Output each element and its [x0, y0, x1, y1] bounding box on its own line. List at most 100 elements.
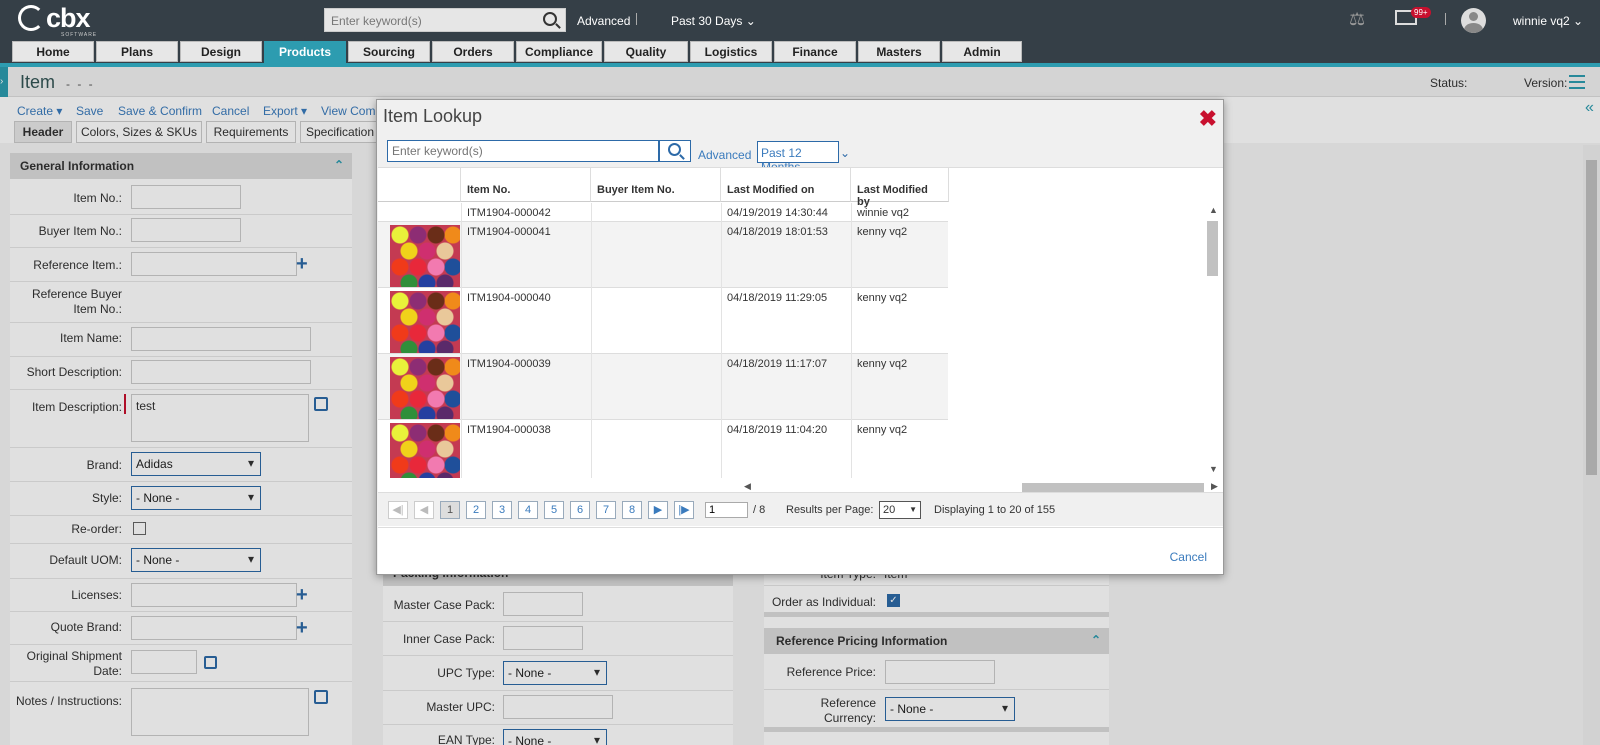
- nav-admin[interactable]: Admin: [942, 41, 1022, 62]
- chevron-down-icon[interactable]: ⌄: [840, 146, 850, 160]
- modified-by-cell: winnie vq2: [857, 207, 909, 219]
- last-page-button[interactable]: |▶: [674, 501, 694, 519]
- nav-orders[interactable]: Orders: [432, 41, 514, 62]
- modified-on-cell: 04/18/2019 11:29:05: [727, 292, 828, 304]
- page-button-3[interactable]: 3: [492, 501, 512, 519]
- modified-on-cell: 04/19/2019 14:30:44: [727, 207, 828, 219]
- search-icon[interactable]: [543, 12, 557, 26]
- nav-plans[interactable]: Plans: [96, 41, 178, 62]
- page-button-6[interactable]: 6: [570, 501, 590, 519]
- close-icon[interactable]: ✖: [1199, 108, 1217, 130]
- column-divider: [721, 203, 722, 478]
- item-no-cell: ITM1904-000038: [467, 424, 551, 436]
- modified-by-cell: kenny vq2: [857, 292, 908, 304]
- table-row[interactable]: ITM1904-000038 04/18/2019 11:04:20 kenny…: [378, 420, 948, 478]
- results-per-page-label: Results per Page:: [786, 504, 874, 516]
- page-button-2[interactable]: 2: [466, 501, 486, 519]
- username: winnie vq2: [1513, 14, 1570, 28]
- nav-home[interactable]: Home: [12, 41, 94, 62]
- nav-sourcing[interactable]: Sourcing: [348, 41, 430, 62]
- modified-on-cell: 04/18/2019 18:01:53: [727, 226, 828, 238]
- mail-badge: 99+: [1411, 7, 1431, 18]
- item-no-cell: ITM1904-000042: [467, 207, 551, 219]
- item-no-cell: ITM1904-000040: [467, 292, 551, 304]
- total-pages: / 8: [753, 504, 766, 516]
- table-row[interactable]: ITM1904-000041 04/18/2019 18:01:53 kenny…: [378, 222, 948, 288]
- nav-compliance[interactable]: Compliance: [516, 41, 602, 62]
- chevron-down-icon: ⌄: [745, 14, 756, 28]
- modified-on-cell: 04/18/2019 11:17:07: [727, 358, 828, 370]
- logo-mark: [18, 5, 44, 31]
- nav-logistics[interactable]: Logistics: [690, 41, 772, 62]
- advanced-search-link[interactable]: Advanced: [577, 14, 630, 28]
- nav-design[interactable]: Design: [180, 41, 262, 62]
- search-icon: [668, 143, 681, 156]
- page-number-input[interactable]: [705, 502, 748, 518]
- next-page-button[interactable]: ▶: [648, 501, 668, 519]
- grid-hscroll-thumb[interactable]: [1022, 483, 1204, 492]
- table-row[interactable]: ITM1904-000040 04/18/2019 11:29:05 kenny…: [378, 288, 948, 354]
- table-row[interactable]: ITM1904-000039 04/18/2019 11:17:07 kenny…: [378, 354, 948, 420]
- period-label: Past 30 Days: [671, 14, 743, 28]
- first-page-button[interactable]: ◀|: [388, 501, 408, 519]
- item-thumbnail: [390, 225, 460, 287]
- column-header-image[interactable]: [378, 168, 461, 202]
- column-header-item-no[interactable]: Item No.: [461, 168, 591, 202]
- scroll-down-icon[interactable]: ▼: [1209, 464, 1218, 474]
- pagination: ◀| ◀ 1 2 3 4 5 6 7 8 ▶ |▶ / 8 Results pe…: [378, 492, 1223, 526]
- page-button-5[interactable]: 5: [544, 501, 564, 519]
- cbx-logo[interactable]: cbx SOFTWARE: [18, 3, 96, 38]
- table-row[interactable]: ITM1904-000042 04/19/2019 14:30:44 winni…: [378, 203, 948, 222]
- lookup-results-grid: Item No. Buyer Item No. Last Modified on…: [378, 167, 1223, 527]
- column-header-last-modified-on[interactable]: Last Modified on: [721, 168, 851, 202]
- column-header-last-modified-by[interactable]: Last Modified by: [851, 168, 949, 208]
- user-menu[interactable]: winnie vq2 ⌄: [1513, 14, 1583, 28]
- displaying-count: Displaying 1 to 20 of 155: [934, 504, 1056, 516]
- prev-page-button[interactable]: ◀: [414, 501, 434, 519]
- modified-by-cell: kenny vq2: [857, 226, 908, 238]
- nav-quality[interactable]: Quality: [604, 41, 688, 62]
- page-button-8[interactable]: 8: [622, 501, 642, 519]
- logo-subtext: SOFTWARE: [61, 32, 98, 38]
- main-nav: Home Plans Design Products Sourcing Orde…: [0, 41, 1600, 98]
- modified-on-cell: 04/18/2019 11:04:20: [727, 424, 828, 436]
- scroll-left-icon[interactable]: ◀: [744, 481, 751, 492]
- page-button-4[interactable]: 4: [518, 501, 538, 519]
- scroll-right-icon[interactable]: ▶: [1211, 481, 1218, 492]
- separator: [1445, 13, 1446, 25]
- chevron-down-icon: ⌄: [1573, 14, 1584, 28]
- lookup-search-button[interactable]: [659, 140, 691, 162]
- avatar[interactable]: [1461, 8, 1486, 33]
- period-dropdown[interactable]: Past 30 Days ⌄: [671, 14, 756, 28]
- dialog-footer: Cancel: [378, 527, 1223, 574]
- lookup-advanced-link[interactable]: Advanced: [698, 148, 751, 162]
- logo-text: cbx: [46, 3, 91, 33]
- nav-masters[interactable]: Masters: [858, 41, 940, 62]
- item-thumbnail: [390, 423, 460, 478]
- column-divider: [851, 203, 852, 478]
- nav-products[interactable]: Products: [264, 41, 346, 63]
- global-search-input[interactable]: Enter keyword(s): [324, 8, 566, 32]
- column-divider: [591, 203, 592, 478]
- scale-icon[interactable]: ⚖: [1349, 9, 1377, 29]
- modified-by-cell: kenny vq2: [857, 358, 908, 370]
- item-lookup-dialog: Item Lookup ✖ Advanced Past 12 Months ⌄ …: [376, 99, 1224, 575]
- item-thumbnail: [390, 291, 460, 353]
- results-per-page-select[interactable]: 20: [879, 501, 921, 519]
- dialog-cancel-button[interactable]: Cancel: [1170, 550, 1207, 564]
- item-thumbnail: [390, 357, 460, 419]
- top-bar: cbx SOFTWARE Enter keyword(s) Advanced P…: [0, 0, 1600, 41]
- grid-scrollbar-thumb[interactable]: [1207, 221, 1218, 276]
- page-button-7[interactable]: 7: [596, 501, 616, 519]
- column-divider: [461, 203, 462, 478]
- dialog-title: Item Lookup: [383, 106, 483, 126]
- page-button-1[interactable]: 1: [440, 501, 460, 519]
- lookup-period-select[interactable]: Past 12 Months: [757, 141, 839, 174]
- lookup-search-input[interactable]: [387, 140, 659, 162]
- column-header-buyer-item-no[interactable]: Buyer Item No.: [591, 168, 721, 202]
- nav-finance[interactable]: Finance: [774, 41, 856, 62]
- global-search-placeholder: Enter keyword(s): [331, 14, 422, 28]
- item-no-cell: ITM1904-000039: [467, 358, 551, 370]
- scroll-up-icon[interactable]: ▲: [1209, 205, 1218, 215]
- separator: [636, 13, 637, 25]
